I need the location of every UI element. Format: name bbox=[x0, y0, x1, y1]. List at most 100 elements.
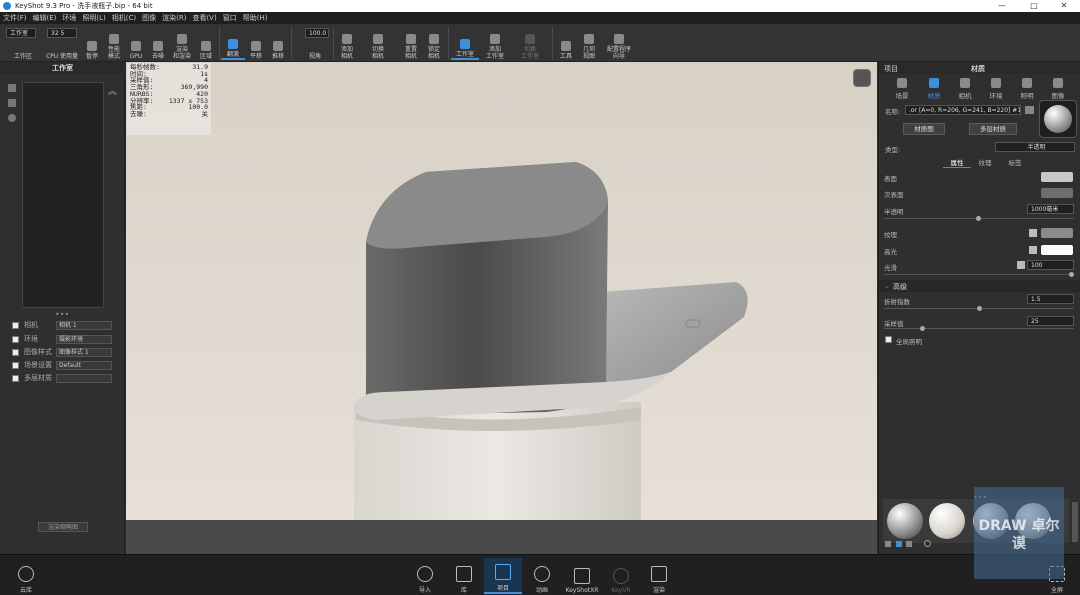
region-button[interactable]: 区域 bbox=[194, 26, 218, 60]
menu-help[interactable]: 帮助(H) bbox=[243, 13, 268, 23]
samples-slider-knob[interactable] bbox=[920, 326, 925, 331]
scene-settings-select[interactable]: Default bbox=[56, 360, 112, 370]
advanced-section-header[interactable]: ⌄ 高级 bbox=[879, 280, 1080, 292]
add-studio-icon[interactable] bbox=[8, 84, 16, 92]
close-button[interactable]: ✕ bbox=[1050, 0, 1078, 12]
keyvr-button[interactable]: KeyVR bbox=[602, 558, 640, 594]
reset-camera-button[interactable]: 重置 相机 bbox=[399, 26, 423, 60]
delete-icon[interactable] bbox=[8, 99, 16, 107]
maximize-button[interactable]: □ bbox=[1020, 0, 1048, 12]
tab-camera[interactable]: 相机 bbox=[950, 78, 980, 100]
scene-settings-row[interactable]: 场景设置 Default bbox=[12, 360, 112, 370]
samples-slider[interactable] bbox=[884, 328, 1074, 329]
tab-scene[interactable]: 场景 bbox=[887, 78, 917, 100]
grid-view-icon[interactable] bbox=[896, 541, 902, 547]
keyshotxr-button[interactable]: KeyShotXR bbox=[561, 558, 603, 594]
global-illumination-checkbox[interactable] bbox=[885, 336, 892, 343]
texture-color-swatch[interactable] bbox=[1041, 228, 1073, 238]
dolly-button[interactable]: 推移 bbox=[266, 26, 290, 60]
translucency-input[interactable]: 1000毫米 bbox=[1027, 204, 1074, 214]
roughness-slider-knob[interactable] bbox=[1069, 272, 1074, 277]
menu-window[interactable]: 窗口 bbox=[223, 13, 237, 23]
scene-settings-checkbox[interactable] bbox=[12, 361, 19, 369]
cpu-usage-button[interactable]: CPU 使用量 bbox=[44, 26, 80, 60]
region-render-button[interactable]: 渲染 和渲染 bbox=[170, 26, 194, 60]
material-name-field[interactable]: .or [A=0, R=206, G=241, B=220] #1 bbox=[905, 105, 1021, 115]
menu-environment[interactable]: 环境 bbox=[62, 13, 76, 23]
menu-file[interactable]: 文件(F) bbox=[3, 13, 27, 23]
scene-tree-icon[interactable] bbox=[853, 69, 871, 87]
gpu-button[interactable]: GPU bbox=[124, 26, 148, 60]
geometry-view-button[interactable]: 几何 视图 bbox=[577, 26, 601, 60]
camera-checkbox[interactable] bbox=[12, 321, 19, 329]
image-style-checkbox[interactable] bbox=[12, 348, 19, 356]
specular-map-icon[interactable] bbox=[1029, 246, 1037, 254]
switch-studio-button[interactable]: 切换 工作室 bbox=[516, 26, 544, 60]
settings-icon[interactable] bbox=[8, 114, 16, 122]
menu-camera[interactable]: 相机(C) bbox=[112, 13, 136, 23]
material-swatch-2[interactable] bbox=[929, 503, 965, 539]
add-studio-button[interactable]: 添加 工作室 bbox=[482, 26, 508, 60]
configurator-button[interactable]: 配置程序 向导 bbox=[602, 26, 636, 60]
material-swatch-1[interactable] bbox=[887, 503, 923, 539]
material-type-select[interactable]: 半透明 bbox=[995, 142, 1075, 152]
roughness-input[interactable]: 100 bbox=[1027, 260, 1074, 270]
multi-layer-material-button[interactable]: 多层材质 bbox=[969, 123, 1017, 135]
translucency-slider-knob[interactable] bbox=[976, 216, 981, 221]
subtab-label[interactable]: 标签 bbox=[1001, 157, 1029, 167]
minimize-button[interactable]: — bbox=[988, 0, 1016, 12]
studio-thumbnail[interactable] bbox=[22, 82, 104, 308]
environment-row[interactable]: 环境 摄影环境 bbox=[12, 334, 112, 344]
tools-button[interactable]: 工具 bbox=[554, 26, 578, 60]
library-button[interactable]: 库 bbox=[445, 558, 483, 594]
samples-input[interactable]: 25 bbox=[1027, 316, 1074, 326]
import-button[interactable]: 导入 bbox=[406, 558, 444, 594]
environment-select[interactable]: 摄影环境 bbox=[56, 334, 112, 344]
search-icon[interactable] bbox=[924, 540, 931, 547]
pan-button[interactable]: 平移 bbox=[244, 26, 268, 60]
render-viewport[interactable]: 每秒帧数: 31.9 时间: 1s 采样值: 4 三角形: 369,990 NURBS:… bbox=[126, 62, 877, 554]
camera-row[interactable]: 相机 相机 1 bbox=[12, 320, 112, 330]
camera-select[interactable]: 相机 1 bbox=[56, 320, 112, 330]
studio-button[interactable]: 工作室 bbox=[451, 26, 479, 60]
denoise-button[interactable]: 去噪 bbox=[146, 26, 170, 60]
resize-handle[interactable]: ••• bbox=[55, 310, 69, 319]
roughness-map-icon[interactable] bbox=[1017, 261, 1025, 269]
image-style-select[interactable]: 图像样式 1 bbox=[56, 347, 112, 357]
image-style-row[interactable]: 图像样式 图像样式 1 bbox=[12, 347, 112, 357]
render-button[interactable]: 渲染 bbox=[640, 558, 678, 594]
ior-slider-knob[interactable] bbox=[977, 306, 982, 311]
menu-image[interactable]: 图像 bbox=[142, 13, 156, 23]
pause-button[interactable]: 暂停 bbox=[80, 26, 104, 60]
workspace-button[interactable]: 工作区 bbox=[10, 26, 36, 60]
menu-lighting[interactable]: 照明(L) bbox=[82, 13, 105, 23]
switch-camera-button[interactable]: 切换 相机 bbox=[366, 26, 390, 60]
tab-image[interactable]: 图像 bbox=[1043, 78, 1073, 100]
project-button[interactable]: 项目 bbox=[484, 558, 522, 594]
render-thumbnail-button[interactable]: 渲染缩略图 bbox=[38, 522, 88, 532]
roughness-slider[interactable] bbox=[884, 274, 1074, 275]
menu-edit[interactable]: 编辑(E) bbox=[33, 13, 57, 23]
environment-checkbox[interactable] bbox=[12, 335, 19, 343]
list-view-icon[interactable] bbox=[885, 541, 891, 547]
texture-map-icon[interactable] bbox=[1029, 229, 1037, 237]
view-option-icon[interactable] bbox=[906, 541, 912, 547]
multi-material-row[interactable]: 多层材质 bbox=[12, 373, 112, 383]
menu-render[interactable]: 渲染(R) bbox=[162, 13, 186, 23]
subsurface-color-swatch[interactable] bbox=[1041, 188, 1073, 198]
specular-color-swatch[interactable] bbox=[1041, 245, 1073, 255]
library-scrollbar[interactable] bbox=[1072, 502, 1078, 542]
subtab-properties[interactable]: 属性 bbox=[943, 157, 971, 168]
lock-camera-button[interactable]: 锁定 相机 bbox=[422, 26, 446, 60]
view-angle-button[interactable]: 视角 bbox=[300, 26, 330, 60]
performance-mode-button[interactable]: 性能 模式 bbox=[102, 26, 126, 60]
tab-environment[interactable]: 环境 bbox=[981, 78, 1011, 100]
multi-material-checkbox[interactable] bbox=[12, 374, 19, 382]
rendered-scene[interactable] bbox=[126, 62, 877, 520]
multi-material-select[interactable] bbox=[56, 373, 112, 383]
animation-button[interactable]: 动画 bbox=[523, 558, 561, 594]
add-camera-button[interactable]: 添加 相机 bbox=[335, 26, 359, 60]
ior-input[interactable]: 1.5 bbox=[1027, 294, 1074, 304]
tab-lighting[interactable]: 照明 bbox=[1012, 78, 1042, 100]
save-icon[interactable] bbox=[1025, 106, 1034, 114]
